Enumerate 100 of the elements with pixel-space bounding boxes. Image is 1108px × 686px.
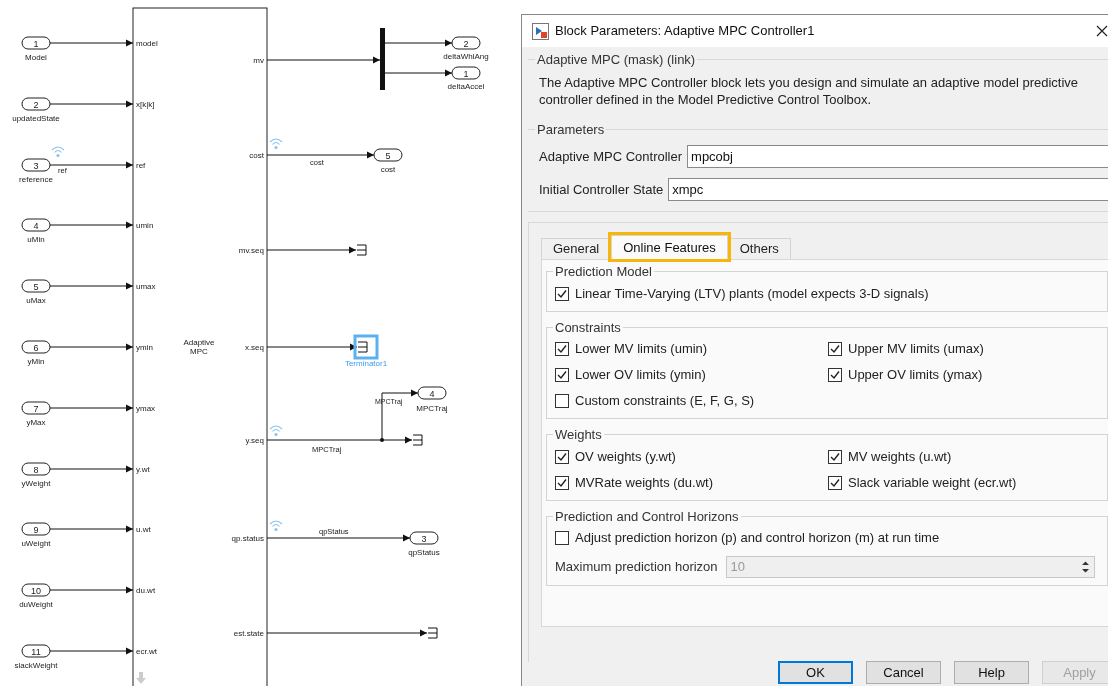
group-title: Prediction Model xyxy=(554,263,653,281)
port-label: qp.status xyxy=(231,534,264,543)
tab[interactable]: Online Features xyxy=(611,235,728,259)
port-name: uMax xyxy=(26,296,46,305)
input-field[interactable]: mpcobj xyxy=(687,145,1108,168)
port-label: x[k|k] xyxy=(136,100,155,109)
port-label: x.seq xyxy=(244,343,264,352)
outport-block: 2 xyxy=(451,36,481,50)
inport-block: 2 xyxy=(21,97,51,111)
inport-block: 11 xyxy=(21,644,51,658)
wifi-icon xyxy=(269,520,283,532)
block-label: Adaptive MPC xyxy=(183,338,215,356)
terminator-icon xyxy=(427,627,438,639)
input-field[interactable]: xmpc xyxy=(668,178,1108,201)
port-label: cost xyxy=(249,151,264,160)
port-name: slackWeight xyxy=(14,661,58,670)
checkbox-label: Slack variable weight (ecr.wt) xyxy=(848,473,1017,492)
field-label: Initial Controller State xyxy=(539,180,664,199)
checkbox[interactable] xyxy=(828,449,842,464)
checkbox[interactable] xyxy=(555,449,569,464)
inport-block: 3 xyxy=(21,158,51,172)
port-name: cost xyxy=(380,165,396,174)
block-name: Terminator1 xyxy=(344,359,388,368)
branch-point xyxy=(380,438,384,442)
port-label: ref xyxy=(136,161,146,170)
dialog-button[interactable]: OK xyxy=(778,661,853,684)
inport-block: 6 xyxy=(21,340,51,354)
checkbox[interactable] xyxy=(555,531,569,545)
port-label: y.seq xyxy=(245,436,264,445)
port-name: uMin xyxy=(27,235,45,244)
inport-block: 7 xyxy=(21,401,51,415)
signal-line xyxy=(384,39,453,47)
checkbox-label: Lower MV limits (umin) xyxy=(575,340,708,359)
inport-block: 1 xyxy=(21,36,51,50)
port-label: u.wt xyxy=(136,525,151,534)
block-icon xyxy=(532,22,549,40)
port-name: deltaWhlAng xyxy=(443,52,489,61)
outport-block: 5 xyxy=(373,148,403,162)
checkbox-label: Upper OV limits (ymax) xyxy=(848,366,983,385)
outport-block: 4 xyxy=(417,386,447,400)
port-label: mv xyxy=(253,56,264,65)
outport-block: 1 xyxy=(451,66,481,80)
port-label: y.wt xyxy=(136,465,150,474)
group-title: Weights xyxy=(554,426,603,444)
close-icon[interactable] xyxy=(1096,25,1108,37)
group-title: Adaptive MPC (mask) (link) xyxy=(536,51,697,69)
port-name: yWeight xyxy=(21,479,51,488)
port-name: reference xyxy=(19,175,53,184)
terminator-icon xyxy=(357,341,368,353)
down-arrow-icon xyxy=(136,672,146,684)
wifi-icon xyxy=(51,146,65,158)
port-name: duWeight xyxy=(19,600,53,609)
inport-block: 9 xyxy=(21,522,51,536)
port-name: qpStatus xyxy=(408,548,440,557)
port-name: MPCTraj xyxy=(416,404,448,413)
checkbox[interactable] xyxy=(555,286,569,301)
checkbox-label: MVRate weights (du.wt) xyxy=(575,473,713,492)
group-title: Parameters xyxy=(536,120,606,139)
checkbox[interactable] xyxy=(555,342,569,356)
port-name: deltaAccel xyxy=(447,82,485,91)
checkbox-label: Lower OV limits (ymin) xyxy=(575,366,706,385)
outport-block: 3 xyxy=(409,531,439,545)
port-label: mv.seq xyxy=(238,246,264,255)
checkbox-label: MV weights (u.wt) xyxy=(848,447,952,466)
inport-block: 5 xyxy=(21,279,51,293)
checkbox-label: Custom constraints (E, F, G, S) xyxy=(575,392,755,411)
checkbox[interactable] xyxy=(555,394,569,408)
dialog-button[interactable]: Help xyxy=(954,661,1029,684)
wifi-icon xyxy=(269,425,283,437)
checkbox[interactable] xyxy=(828,475,842,490)
port-label: ymin xyxy=(136,343,153,352)
port-name: yMin xyxy=(27,357,45,366)
checkbox[interactable] xyxy=(828,368,842,382)
port-name: Model xyxy=(25,53,47,62)
checkbox-label: Upper MV limits (umax) xyxy=(848,340,984,359)
port-name: uWeight xyxy=(21,539,51,548)
group-title: Constraints xyxy=(554,318,622,337)
terminator-icon xyxy=(412,434,423,446)
port-label: umin xyxy=(136,221,154,230)
port-name: yMax xyxy=(26,418,46,427)
group-title: Prediction and Control Horizons xyxy=(554,507,740,526)
port-name: updatedState xyxy=(12,114,60,123)
checkbox-label: OV weights (y.wt) xyxy=(575,447,676,466)
description-text: The Adaptive MPC Controller block lets you design and simulate an adaptive model predictive controller defined in the Model Predictive Control Toolbox. xyxy=(539,73,1080,108)
inport-block: 10 xyxy=(21,583,51,597)
checkbox-label: Adjust prediction horizon (p) and control horizon (m) at run time xyxy=(575,529,940,548)
terminator-icon xyxy=(356,244,367,256)
field-label: Adaptive MPC Controller xyxy=(539,147,683,166)
inport-block: 8 xyxy=(21,462,51,476)
port-label: ymax xyxy=(136,404,156,413)
checkbox[interactable] xyxy=(555,368,569,382)
wifi-icon xyxy=(269,138,283,150)
dialog-button[interactable]: Cancel xyxy=(866,661,941,684)
checkbox[interactable] xyxy=(828,342,842,356)
port-label: model xyxy=(136,39,158,48)
field-label: Maximum prediction horizon xyxy=(555,558,718,577)
checkbox[interactable] xyxy=(555,475,569,490)
window-title: Block Parameters: Adaptive MPC Controller1 xyxy=(555,22,815,41)
port-label: du.wt xyxy=(136,586,156,595)
checkbox-label: Linear Time-Varying (LTV) plants (model expects 3-D signals) xyxy=(575,284,929,303)
